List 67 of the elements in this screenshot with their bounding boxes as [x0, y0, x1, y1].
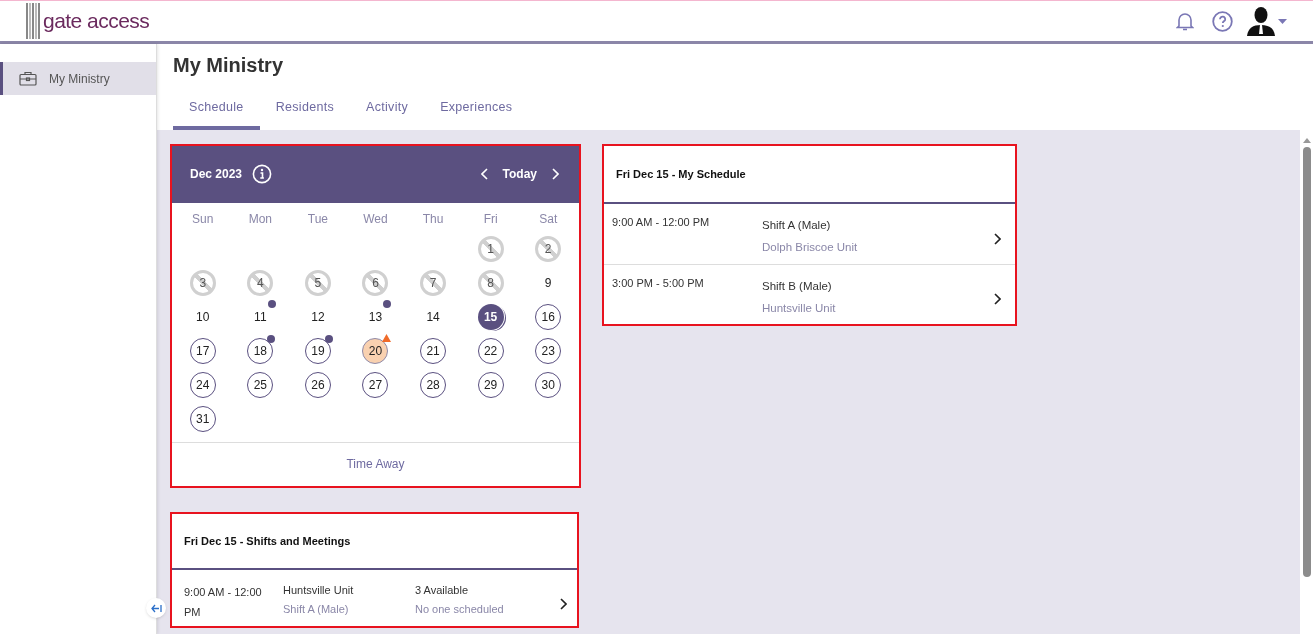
time-range: 9:00 AM - 12:00 PM — [184, 584, 263, 620]
calendar-day[interactable]: 3 — [189, 269, 216, 296]
calendar-day[interactable]: 11 — [247, 303, 274, 330]
logo-text: gate access — [43, 8, 150, 35]
availability-count: 3 Available — [415, 582, 469, 598]
time-range: 3:00 PM - 5:00 PM — [612, 275, 705, 291]
scrollbar[interactable] — [1300, 129, 1313, 634]
shift-name: Shift B (Male) — [762, 278, 833, 294]
shift-name: Shift A (Male) — [762, 217, 832, 233]
notification-bell-icon[interactable] — [1176, 11, 1194, 31]
calendar-day[interactable]: 5 — [304, 269, 331, 296]
page-title: My Ministry — [173, 53, 285, 78]
avatar-icon[interactable] — [1247, 6, 1275, 36]
scheduled-status: No one scheduled — [415, 602, 505, 618]
chevron-right-icon — [993, 232, 1001, 245]
schedule-row[interactable]: 3:00 PM - 5:00 PM Shift B (Male) Huntsville Unit — [604, 263, 1015, 324]
time-range: 9:00 AM - 12:00 PM — [612, 214, 711, 230]
weekday-label: Mon — [247, 210, 273, 228]
chevron-right-icon — [993, 293, 1001, 306]
warning-icon — [382, 333, 392, 342]
tab[interactable]: Experiences — [424, 98, 529, 130]
calendar-day[interactable]: 14 — [420, 303, 447, 330]
card-title: Fri Dec 15 - My Schedule — [616, 166, 746, 182]
chevron-right-icon — [559, 597, 567, 610]
collapse-sidebar-button[interactable] — [146, 598, 166, 618]
calendar-day[interactable]: 10 — [189, 303, 216, 330]
schedule-row[interactable]: 9:00 AM - 12:00 PM Shift A (Male) Dolph Briscoe Unit — [604, 203, 1015, 264]
unit-name: Huntsville Unit — [283, 582, 355, 598]
calendar-month: Dec 2023 — [190, 166, 243, 184]
logo-icon — [26, 3, 42, 39]
briefcase-icon — [19, 71, 37, 86]
weekday-label: Thu — [421, 210, 445, 228]
collapse-arrow-icon — [150, 603, 162, 613]
weekday-label: Sun — [191, 210, 215, 228]
shift-row[interactable]: 9:00 AM - 12:00 PM Huntsville Unit Shift A (Male) 3 Available No one scheduled — [172, 569, 577, 626]
tab[interactable]: Residents — [259, 98, 351, 130]
info-icon[interactable] — [252, 164, 273, 185]
weekday-label: Fri — [482, 210, 499, 228]
unit-name: Dolph Briscoe Unit — [762, 240, 859, 255]
weekday-label: Sat — [538, 210, 559, 228]
calendar-day[interactable]: 8 — [477, 269, 504, 296]
calendar-day[interactable]: 4 — [247, 269, 274, 296]
calendar-day[interactable]: 6 — [362, 269, 389, 296]
previous-month-button[interactable] — [478, 168, 491, 181]
weekday-label: Wed — [362, 210, 389, 228]
time-away-link[interactable]: Time Away — [346, 455, 405, 474]
unit-name: Huntsville Unit — [762, 301, 837, 316]
chevron-right-icon — [551, 168, 559, 181]
today-button[interactable]: Today — [502, 165, 537, 184]
caret-icon[interactable] — [1278, 18, 1287, 24]
calendar-day[interactable]: 15 — [477, 303, 504, 330]
next-month-button[interactable] — [549, 168, 561, 181]
weekday-label: Tue — [306, 210, 330, 228]
calendar-day[interactable]: 13 — [362, 303, 389, 330]
calendar-day[interactable]: 7 — [420, 269, 447, 296]
calendar-day[interactable]: 1 — [477, 235, 504, 262]
shift-name: Shift A (Male) — [283, 602, 350, 618]
help-icon[interactable] — [1212, 10, 1233, 32]
scroll-up-icon[interactable] — [1302, 137, 1311, 143]
calendar-day[interactable]: 9 — [535, 269, 562, 296]
card-title: Fri Dec 15 - Shifts and Meetings — [184, 533, 351, 549]
sidebar-item[interactable]: My Ministry — [0, 62, 156, 95]
chevron-left-icon — [480, 168, 489, 181]
calendar-day[interactable]: 2 — [535, 235, 562, 262]
tab[interactable]: Activity — [350, 98, 425, 130]
calendar-day[interactable]: 20 — [362, 337, 389, 364]
calendar-day[interactable]: 12 — [304, 303, 331, 330]
